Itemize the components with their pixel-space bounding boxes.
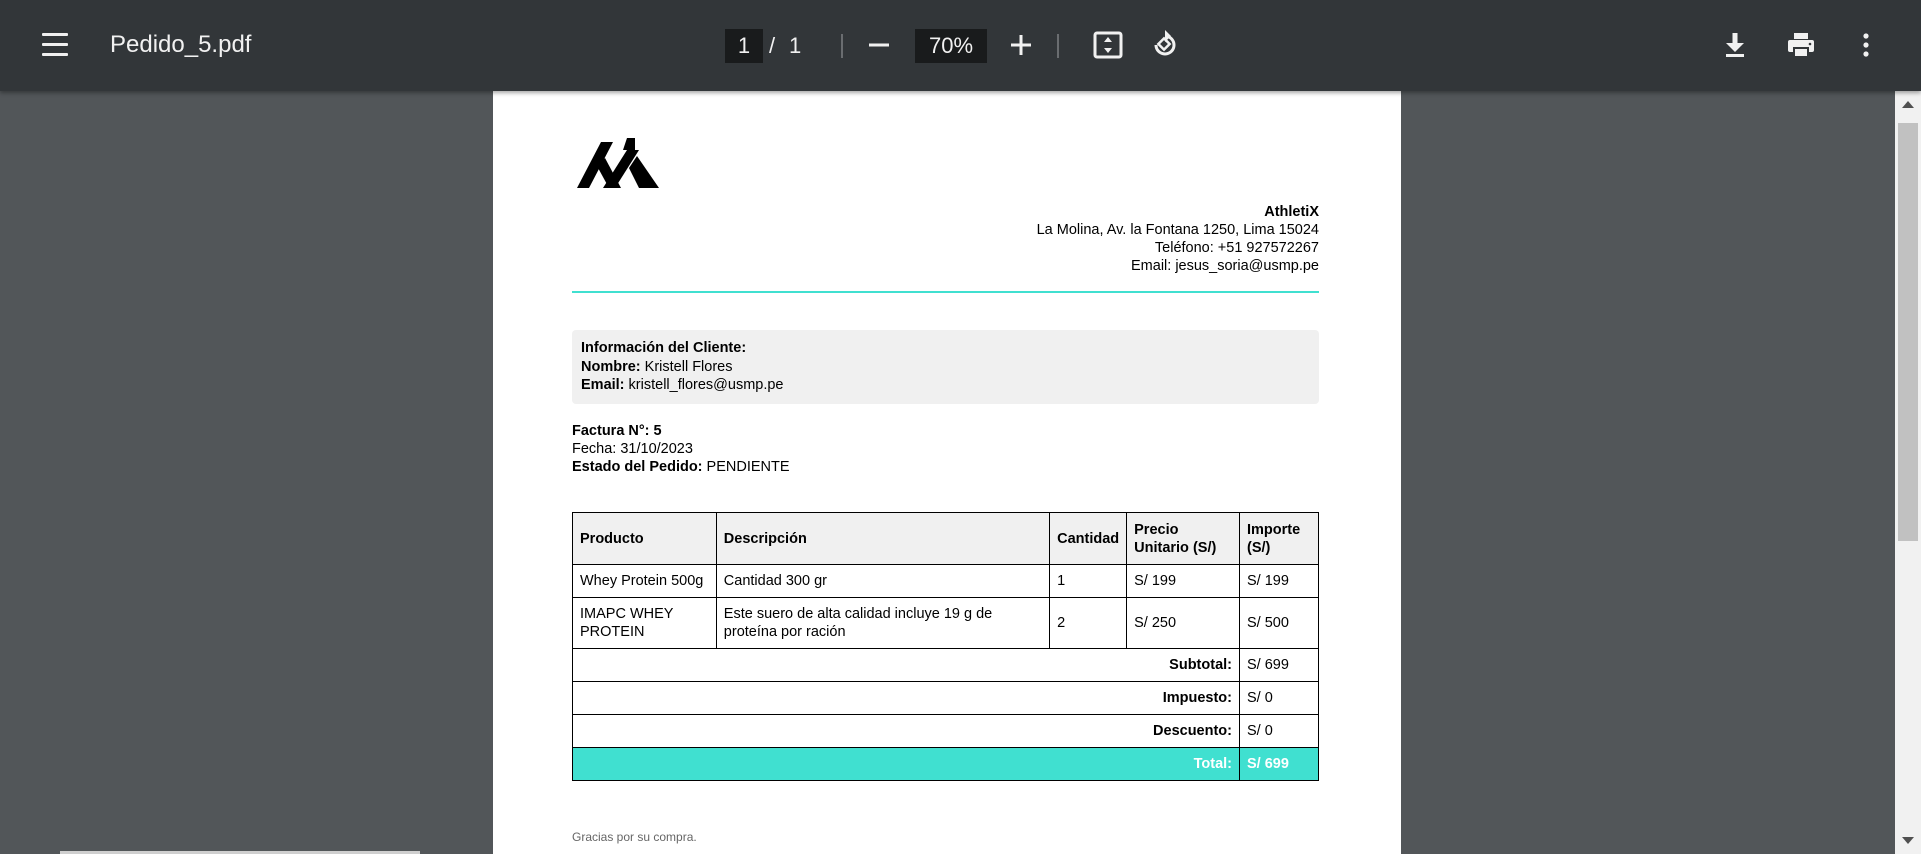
cell-product: IMAPC WHEY PROTEIN (572, 597, 717, 649)
subtotal-row: Subtotal: S/ 699 (572, 648, 1319, 682)
download-button[interactable] (1717, 27, 1753, 63)
zoom-in-icon (1011, 35, 1031, 55)
fit-page-button[interactable] (1090, 27, 1126, 63)
cell-unit-price: S/ 199 (1126, 564, 1240, 598)
scrollbar-thumb[interactable] (1898, 123, 1918, 541)
total-row: Total: S/ 699 (572, 747, 1319, 781)
table-row: Whey Protein 500g Cantidad 300 gr 1 S/ 1… (572, 564, 1319, 598)
toolbar-divider (1057, 34, 1059, 58)
page-separator: / (769, 33, 776, 58)
cell-quantity: 2 (1049, 597, 1128, 649)
client-email-label: Email: (581, 377, 625, 393)
header-product: Producto (572, 512, 717, 565)
invoice-number-label: Factura N°: (572, 423, 650, 439)
cell-amount: S/ 500 (1239, 597, 1319, 649)
header-divider (572, 291, 1319, 293)
cell-unit-price: S/ 250 (1126, 597, 1240, 649)
print-button[interactable] (1783, 27, 1819, 63)
total-value: S/ 699 (1239, 747, 1319, 781)
invoice-number: 5 (653, 423, 662, 439)
scroll-down-arrow-icon[interactable] (1902, 837, 1914, 844)
order-items-table: Producto Descripción Cantidad Precio Uni… (572, 512, 1319, 781)
total-label: Total: (572, 747, 1240, 781)
tax-row: Impuesto: S/ 0 (572, 681, 1319, 715)
cell-description: Este suero de alta calidad incluye 19 g … (715, 597, 1051, 649)
company-name: AthletiX (1264, 204, 1319, 220)
company-email: Email: jesus_soria@usmp.pe (1131, 258, 1319, 274)
discount-row: Descuento: S/ 0 (572, 714, 1319, 748)
order-status: PENDIENTE (706, 459, 790, 475)
print-icon (1788, 33, 1814, 58)
athletix-logo (577, 138, 659, 188)
zoom-in-button[interactable] (1003, 27, 1039, 63)
footer-note: Gracias por su compra. (572, 830, 697, 844)
download-icon (1726, 33, 1744, 57)
invoice-info: Factura N°: 5 Fecha: 31/10/2023 Estado d… (572, 422, 790, 476)
cell-product: Whey Protein 500g (572, 564, 717, 598)
client-info-box: Información del Cliente: Nombre: Kristel… (572, 330, 1319, 404)
header-unit-price: Precio Unitario (S/) (1126, 512, 1240, 565)
cell-amount: S/ 199 (1239, 564, 1319, 598)
toolbar-divider (841, 34, 843, 58)
subtotal-value: S/ 699 (1239, 648, 1319, 682)
header-quantity: Cantidad (1049, 512, 1128, 565)
more-options-icon (1863, 33, 1869, 57)
company-phone: Teléfono: +51 927572267 (1154, 240, 1319, 256)
fit-page-icon (1093, 31, 1123, 59)
page-number-input[interactable]: 1 (725, 29, 763, 63)
order-status-label: Estado del Pedido: (572, 459, 703, 475)
cell-description: Cantidad 300 gr (715, 564, 1051, 598)
cell-quantity: 1 (1049, 564, 1128, 598)
subtotal-label: Subtotal: (572, 648, 1240, 682)
zoom-level-input[interactable]: 70% (915, 29, 987, 63)
more-options-button[interactable] (1848, 27, 1884, 63)
discount-value: S/ 0 (1239, 714, 1319, 748)
header-description: Descripción (715, 512, 1051, 565)
rotate-icon (1154, 30, 1176, 56)
header-amount: Importe (S/) (1239, 512, 1319, 565)
table-row: IMAPC WHEY PROTEIN Este suero de alta ca… (572, 597, 1319, 649)
tax-value: S/ 0 (1239, 681, 1319, 715)
file-name: Pedido_5.pdf (110, 31, 252, 58)
company-address: La Molina, Av. la Fontana 1250, Lima 150… (1036, 222, 1319, 238)
company-info: AthletiX La Molina, Av. la Fontana 1250,… (1037, 203, 1319, 275)
scroll-up-arrow-icon[interactable] (1902, 101, 1914, 108)
tax-label: Impuesto: (572, 681, 1240, 715)
zoom-out-button[interactable] (861, 27, 897, 63)
rotate-button[interactable] (1147, 27, 1183, 63)
client-name: Kristell Flores (644, 358, 733, 375)
invoice-date: Fecha: 31/10/2023 (572, 441, 693, 457)
discount-label: Descuento: (572, 714, 1240, 748)
vertical-scrollbar[interactable] (1895, 91, 1921, 854)
client-heading: Información del Cliente: (581, 340, 747, 356)
zoom-out-icon (869, 43, 889, 47)
client-email: kristell_flores@usmp.pe (628, 377, 784, 393)
client-name-label: Nombre: (581, 358, 641, 375)
menu-icon[interactable] (38, 30, 72, 60)
table-header-row: Producto Descripción Cantidad Precio Uni… (572, 512, 1319, 565)
pdf-toolbar: Pedido_5.pdf 1 / 1 70% (0, 0, 1921, 91)
total-pages: 1 (789, 33, 802, 58)
pdf-page: AthletiX La Molina, Av. la Fontana 1250,… (493, 91, 1401, 854)
